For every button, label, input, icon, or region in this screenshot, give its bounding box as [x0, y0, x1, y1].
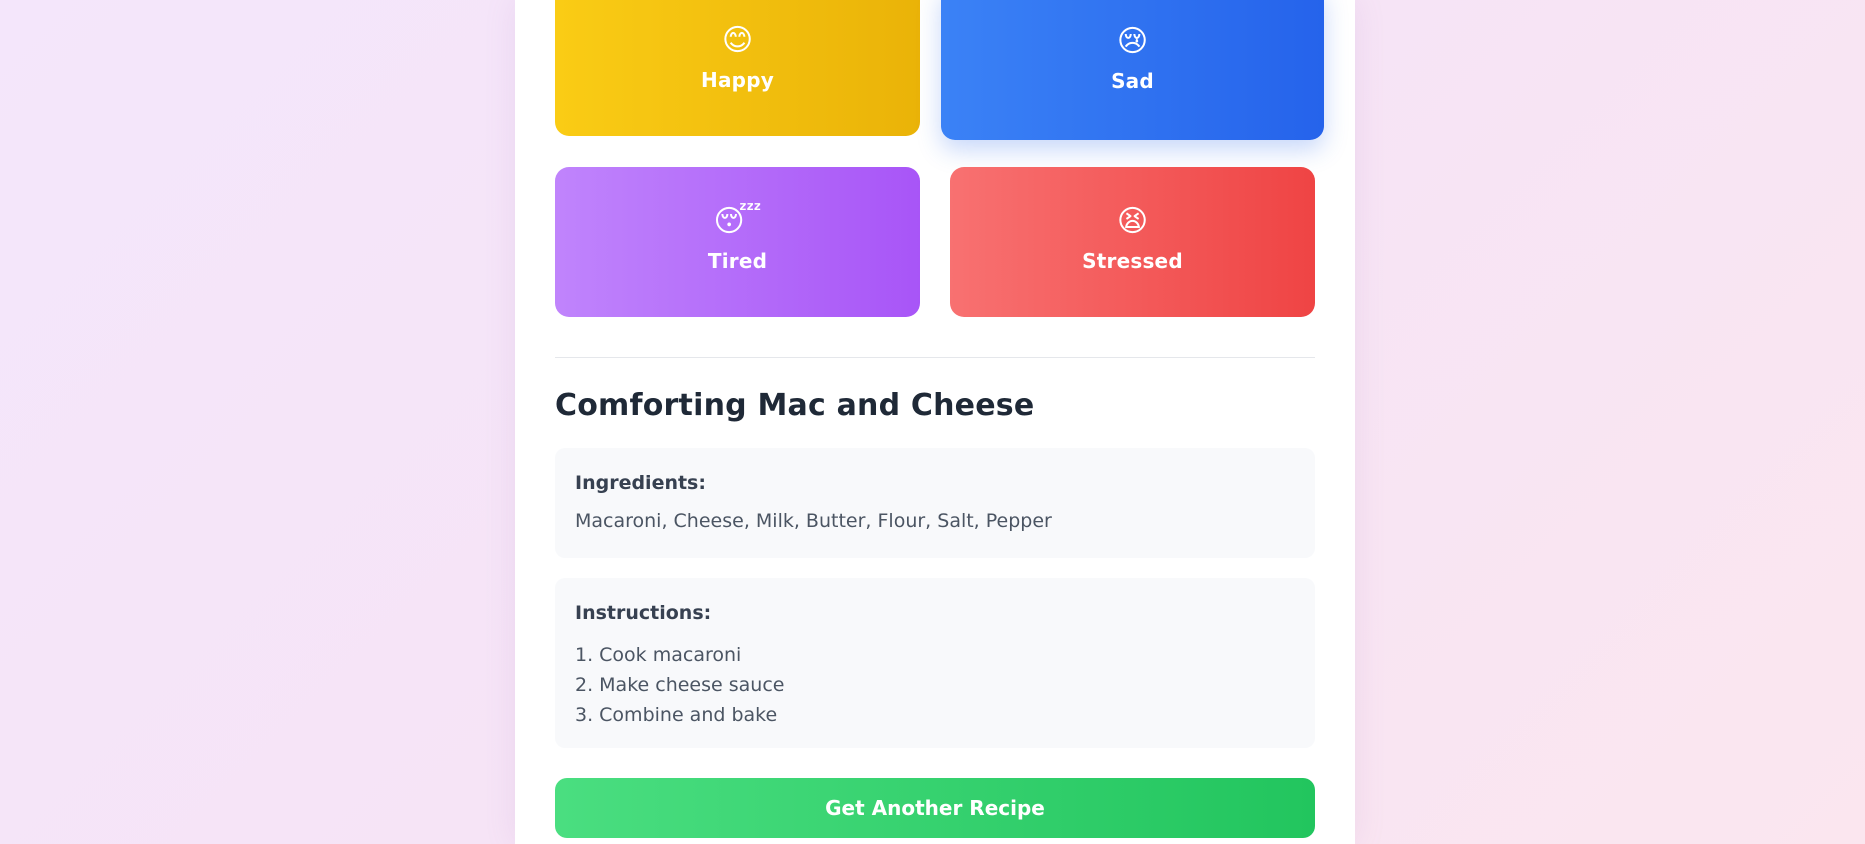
mood-label-sad: Sad: [1111, 69, 1154, 93]
get-another-recipe-button[interactable]: Get Another Recipe: [555, 778, 1315, 838]
mood-label-tired: Tired: [707, 249, 768, 273]
instructions-list: 1. Cook macaroni 2. Make cheese sauce 3.…: [575, 640, 1295, 730]
mood-button-happy[interactable]: 😊 Happy: [555, 0, 920, 136]
recipe-card: 😊 Happy 😢 Sad 😴 Tired 😫 Stressed Comfort…: [515, 0, 1355, 844]
tired-face-icon: 😫: [1116, 204, 1149, 239]
ingredients-heading: Ingredients:: [575, 472, 706, 494]
happy-face-icon: 😊: [721, 23, 754, 58]
instruction-step: 3. Combine and bake: [575, 704, 778, 726]
mood-button-stressed[interactable]: 😫 Stressed: [950, 167, 1315, 317]
mood-label-happy: Happy: [701, 68, 774, 92]
mood-button-tired[interactable]: 😴 Tired: [555, 167, 920, 317]
recipe-title: Comforting Mac and Cheese: [555, 388, 1035, 423]
section-divider: [555, 357, 1315, 358]
instructions-heading: Instructions:: [575, 602, 712, 624]
ingredients-list: Macaroni, Cheese, Milk, Butter, Flour, S…: [575, 510, 1052, 532]
instructions-section: Instructions: 1. Cook macaroni 2. Make c…: [555, 578, 1315, 748]
instruction-step: 1. Cook macaroni: [575, 644, 742, 666]
instruction-step: 2. Make cheese sauce: [575, 674, 785, 696]
mood-label-stressed: Stressed: [1082, 249, 1183, 273]
sleeping-face-icon: 😴: [713, 204, 762, 239]
crying-face-icon: 😢: [1116, 24, 1149, 59]
mood-button-sad[interactable]: 😢 Sad: [941, 0, 1324, 140]
ingredients-section: Ingredients: Macaroni, Cheese, Milk, But…: [555, 448, 1315, 558]
